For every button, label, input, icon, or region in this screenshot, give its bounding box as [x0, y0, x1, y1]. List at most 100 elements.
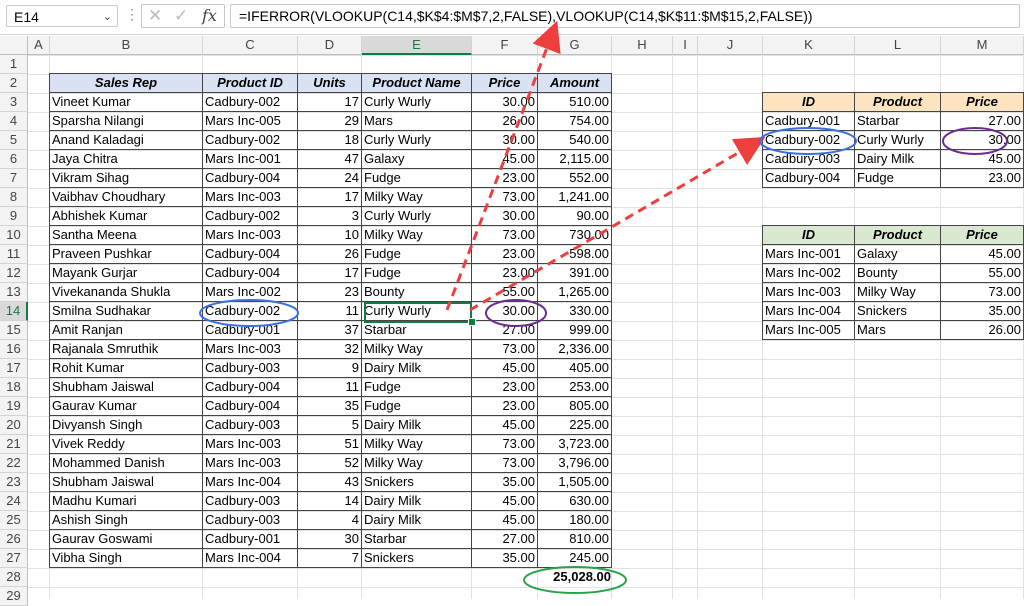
row-header-8[interactable]: 8 [0, 188, 28, 207]
main-table-cell[interactable]: Cadbury-002 [202, 301, 298, 321]
row-header-22[interactable]: 22 [0, 454, 28, 473]
main-table-cell[interactable]: 26 [297, 244, 362, 264]
row-header-10[interactable]: 10 [0, 226, 28, 245]
main-table-cell[interactable]: Cadbury-002 [202, 130, 298, 150]
row-header-4[interactable]: 4 [0, 112, 28, 131]
main-table-cell[interactable]: Bounty [361, 282, 472, 302]
fx-icon[interactable]: fx [202, 5, 217, 27]
main-table-cell[interactable]: 35.00 [471, 548, 538, 568]
row-header-1[interactable]: 1 [0, 55, 28, 74]
row-header-2[interactable]: 2 [0, 74, 28, 93]
mars-lookup-cell[interactable]: 45.00 [940, 244, 1024, 264]
main-table-cell[interactable]: Vineet Kumar [49, 92, 203, 112]
main-table-cell[interactable]: 253.00 [537, 377, 612, 397]
cadbury-lookup-header[interactable]: ID [762, 92, 855, 112]
mars-lookup-cell[interactable]: 35.00 [940, 301, 1024, 321]
main-table-cell[interactable]: Santha Meena [49, 225, 203, 245]
main-table-cell[interactable]: Curly Wurly [361, 206, 472, 226]
mars-lookup-cell[interactable]: Mars Inc-003 [762, 282, 855, 302]
main-table-cell[interactable]: 43 [297, 472, 362, 492]
main-table-cell[interactable]: 630.00 [537, 491, 612, 511]
main-table-cell[interactable]: 23 [297, 282, 362, 302]
main-table-cell[interactable]: 45.00 [471, 415, 538, 435]
main-table-cell[interactable]: Fudge [361, 377, 472, 397]
row-header-27[interactable]: 27 [0, 549, 28, 568]
main-table-cell[interactable]: Milky Way [361, 187, 472, 207]
total-amount-cell[interactable]: 25,028.00 [538, 568, 613, 587]
main-table-cell[interactable]: Cadbury-003 [202, 491, 298, 511]
row-header-12[interactable]: 12 [0, 264, 28, 283]
main-table-cell[interactable]: 73.00 [471, 339, 538, 359]
column-header-e[interactable]: E [362, 36, 472, 55]
cadbury-lookup-cell[interactable]: Starbar [854, 111, 941, 131]
mars-lookup-cell[interactable]: Galaxy [854, 244, 941, 264]
row-header-15[interactable]: 15 [0, 321, 28, 340]
main-table-cell[interactable]: Mars Inc-004 [202, 472, 298, 492]
more-icon[interactable]: ⋮ [125, 6, 139, 23]
mars-lookup-cell[interactable]: Mars Inc-002 [762, 263, 855, 283]
main-table-cell[interactable]: Curly Wurly [361, 92, 472, 112]
cadbury-lookup-cell[interactable]: Dairy Milk [854, 149, 941, 169]
row-header-13[interactable]: 13 [0, 283, 28, 302]
main-table-cell[interactable]: Shubham Jaiswal [49, 377, 203, 397]
main-table-cell[interactable]: Cadbury-003 [202, 358, 298, 378]
mars-lookup-cell[interactable]: Snickers [854, 301, 941, 321]
mars-lookup-cell[interactable]: Bounty [854, 263, 941, 283]
close-icon[interactable]: ✕ [148, 5, 162, 27]
main-table-cell[interactable]: 35 [297, 396, 362, 416]
main-table-cell[interactable]: 73.00 [471, 453, 538, 473]
main-table-cell[interactable]: Dairy Milk [361, 491, 472, 511]
main-table-cell[interactable]: 32 [297, 339, 362, 359]
main-table-cell[interactable]: 1,265.00 [537, 282, 612, 302]
main-table-cell[interactable]: Gaurav Kumar [49, 396, 203, 416]
main-table-cell[interactable]: Mars Inc-003 [202, 187, 298, 207]
main-table-cell[interactable]: 225.00 [537, 415, 612, 435]
column-header-f[interactable]: F [472, 36, 538, 55]
column-header-d[interactable]: D [298, 36, 362, 55]
main-table-cell[interactable]: 27.00 [471, 529, 538, 549]
main-table-cell[interactable]: 30.00 [471, 92, 538, 112]
cadbury-lookup-cell[interactable]: 30.00 [940, 130, 1024, 150]
cadbury-lookup-cell[interactable]: Fudge [854, 168, 941, 188]
column-header-m[interactable]: M [941, 36, 1024, 55]
main-table-cell[interactable]: Mohammed Danish [49, 453, 203, 473]
main-table-cell[interactable]: 3 [297, 206, 362, 226]
main-table-cell[interactable]: Fudge [361, 168, 472, 188]
main-table-cell[interactable]: Vibha Singh [49, 548, 203, 568]
main-table-cell[interactable]: 810.00 [537, 529, 612, 549]
column-header-a[interactable]: A [28, 36, 50, 55]
main-table-cell[interactable]: 180.00 [537, 510, 612, 530]
main-table-cell[interactable]: 540.00 [537, 130, 612, 150]
main-table-cell[interactable]: 2,115.00 [537, 149, 612, 169]
main-table-cell[interactable]: Cadbury-003 [202, 415, 298, 435]
main-table-cell[interactable]: Milky Way [361, 434, 472, 454]
row-header-9[interactable]: 9 [0, 207, 28, 226]
fill-handle[interactable] [468, 318, 476, 326]
cadbury-lookup-cell[interactable]: Cadbury-003 [762, 149, 855, 169]
main-table-cell[interactable]: Cadbury-004 [202, 244, 298, 264]
main-table-cell[interactable]: Cadbury-004 [202, 263, 298, 283]
main-table-cell[interactable]: 52 [297, 453, 362, 473]
main-table-cell[interactable]: 51 [297, 434, 362, 454]
main-table-cell[interactable]: Milky Way [361, 339, 472, 359]
main-table-cell[interactable]: 7 [297, 548, 362, 568]
mars-lookup-header[interactable]: Product [854, 225, 941, 245]
row-header-25[interactable]: 25 [0, 511, 28, 530]
main-table-header[interactable]: Product Name [361, 73, 472, 93]
main-table-cell[interactable]: 35.00 [471, 472, 538, 492]
mars-lookup-cell[interactable]: Mars Inc-004 [762, 301, 855, 321]
main-table-cell[interactable]: 37 [297, 320, 362, 340]
main-table-cell[interactable]: 17 [297, 92, 362, 112]
main-table-cell[interactable]: Fudge [361, 396, 472, 416]
main-table-cell[interactable]: Cadbury-004 [202, 396, 298, 416]
row-header-24[interactable]: 24 [0, 492, 28, 511]
column-header-l[interactable]: L [855, 36, 941, 55]
main-table-cell[interactable]: 552.00 [537, 168, 612, 188]
row-header-29[interactable]: 29 [0, 587, 28, 606]
row-header-11[interactable]: 11 [0, 245, 28, 264]
column-header-i[interactable]: I [673, 36, 698, 55]
main-table-cell[interactable]: Jaya Chitra [49, 149, 203, 169]
main-table-cell[interactable]: Fudge [361, 244, 472, 264]
mars-lookup-cell[interactable]: Mars Inc-005 [762, 320, 855, 340]
cadbury-lookup-cell[interactable]: 45.00 [940, 149, 1024, 169]
